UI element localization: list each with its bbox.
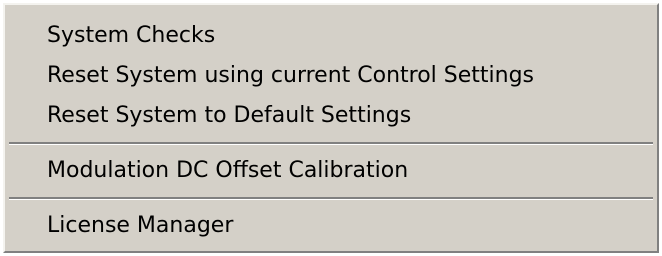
menu-item-reset-system-current-settings[interactable]: Reset System using current Control Setti… bbox=[5, 56, 657, 96]
menu-item-license-manager[interactable]: License Manager bbox=[5, 206, 657, 246]
menu-item-label: License Manager bbox=[47, 213, 234, 238]
menu-separator bbox=[9, 197, 653, 200]
context-menu: System Checks Reset System using current… bbox=[3, 3, 659, 253]
menu-item-modulation-dc-offset-calibration[interactable]: Modulation DC Offset Calibration bbox=[5, 151, 657, 191]
menu-item-system-checks[interactable]: System Checks bbox=[5, 16, 657, 56]
menu-item-reset-system-default-settings[interactable]: Reset System to Default Settings bbox=[5, 96, 657, 136]
menu-item-label: Reset System using current Control Setti… bbox=[47, 63, 535, 88]
menu-item-label: Modulation DC Offset Calibration bbox=[47, 158, 409, 183]
menu-item-label: System Checks bbox=[47, 23, 216, 48]
menu-separator bbox=[9, 142, 653, 145]
menu-item-label: Reset System to Default Settings bbox=[47, 103, 412, 128]
